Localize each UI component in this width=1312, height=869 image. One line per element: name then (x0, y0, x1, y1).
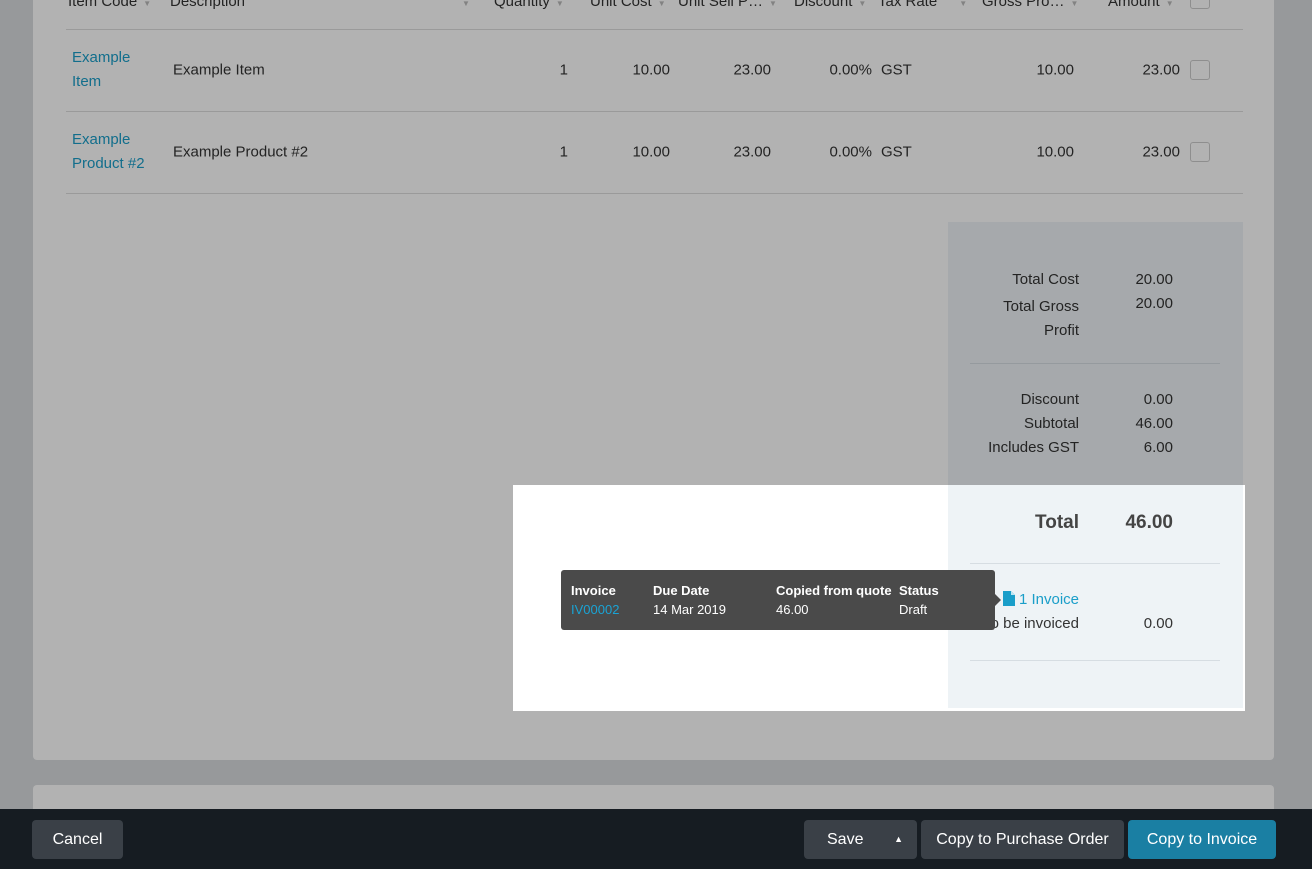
tooltip-header-due-date: Due Date (653, 583, 710, 598)
document-icon (1002, 591, 1015, 606)
divider (970, 563, 1220, 564)
tooltip-status: Draft (899, 602, 928, 617)
divider (970, 660, 1220, 661)
tooltip-header-status: Status (899, 583, 939, 598)
total-label: Total (1035, 512, 1079, 533)
caret-up-icon[interactable]: ▲ (894, 820, 903, 859)
cancel-button[interactable]: Cancel (32, 820, 123, 859)
invoice-link[interactable]: 1 Invoice (1002, 591, 1079, 608)
save-button[interactable]: Save ▲ (804, 820, 917, 859)
invoice-tooltip: Invoice Due Date Copied from quote Statu… (561, 570, 1001, 630)
tooltip-arrow (995, 594, 1001, 606)
tooltip-due-date: 14 Mar 2019 (653, 602, 726, 617)
to-be-invoiced-value: 0.00 (1143, 615, 1173, 632)
action-footer: Cancel Save ▲ Copy to Purchase Order Cop… (0, 809, 1312, 869)
tooltip-header-invoice: Invoice (571, 583, 616, 598)
copy-to-purchase-order-button[interactable]: Copy to Purchase Order (921, 820, 1124, 859)
total-value: 46.00 (1125, 512, 1173, 533)
to-be-invoiced-label: To be invoiced (983, 615, 1079, 632)
tooltip-invoice-link[interactable]: IV00002 (571, 602, 619, 617)
copy-to-invoice-button[interactable]: Copy to Invoice (1128, 820, 1276, 859)
tooltip-header-copied: Copied from quote (776, 583, 892, 598)
tooltip-copied: 46.00 (776, 602, 809, 617)
